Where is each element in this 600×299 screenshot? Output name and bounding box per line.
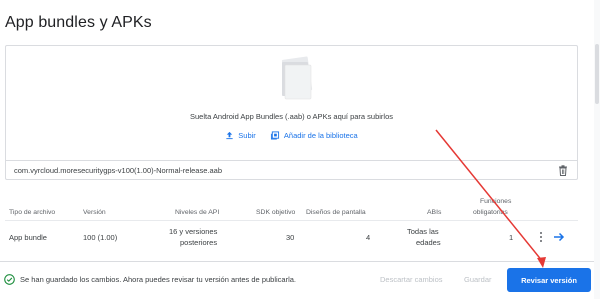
add-from-library-label: Añadir de la biblioteca (283, 131, 358, 140)
cell-api-levels-line1: 16 y versiones (169, 227, 218, 236)
header-divider (5, 220, 578, 221)
more-vert-icon[interactable] (538, 231, 544, 243)
upload-label: Subir (238, 131, 256, 140)
cell-version: 100 (1.00) (83, 233, 118, 242)
col-header-file-type: Tipo de archivo (9, 209, 56, 216)
page-title: App bundles y APKs (5, 14, 152, 31)
snackbar-message: Se han guardado los cambios. Ahora puede… (20, 275, 297, 284)
col-header-screen-layouts: Diseños de pantalla (306, 209, 366, 216)
col-header-abis: ABIs (427, 209, 442, 216)
save-snackbar: Se han guardado los cambios. Ahora puede… (0, 261, 594, 299)
add-from-library-button[interactable]: Añadir de la biblioteca (270, 131, 358, 140)
col-header-required-features-line1: Funciones (480, 198, 512, 205)
upload-dropzone[interactable]: Suelta Android App Bundles (.aab) o APKs… (5, 45, 578, 180)
col-header-target-sdk: SDK objetivo (256, 209, 296, 216)
cell-abis-line1: Todas las (407, 227, 439, 236)
delete-file-trash-icon[interactable] (558, 165, 568, 176)
documents-illustration-icon (281, 56, 313, 100)
library-icon (270, 131, 279, 140)
upload-actions: Subir Añadir de la biblioteca (6, 131, 577, 142)
review-release-button[interactable]: Revisar versión (507, 268, 591, 292)
cell-required-features: 1 (509, 233, 514, 242)
scrollbar-track[interactable] (594, 0, 600, 299)
upload-icon (226, 131, 233, 140)
drop-instruction: Suelta Android App Bundles (.aab) o APKs… (189, 112, 394, 121)
check-circle-icon (4, 274, 15, 285)
save-button[interactable]: Guardar (464, 275, 492, 284)
uploaded-file-name: com.vyrcloud.moresecuritygps-v100(1.00)-… (14, 166, 222, 175)
cell-screen-layouts: 4 (366, 233, 371, 242)
cell-api-levels-line2: posteriores (180, 238, 218, 247)
col-header-required-features-line2: obligatorias (473, 209, 508, 216)
discard-changes-button[interactable]: Descartar cambios (380, 275, 443, 284)
upload-button[interactable]: Subir (225, 131, 256, 140)
scrollbar-thumb[interactable] (595, 44, 599, 104)
col-header-version: Versión (83, 209, 106, 216)
cell-abis-line2: edades (416, 238, 441, 247)
cell-target-sdk: 30 (286, 233, 295, 242)
col-header-api-levels: Niveles de API (175, 209, 220, 216)
uploaded-file-row: com.vyrcloud.moresecuritygps-v100(1.00)-… (6, 160, 577, 180)
arrow-forward-icon[interactable] (553, 231, 565, 243)
cell-file-type: App bundle (9, 233, 47, 242)
